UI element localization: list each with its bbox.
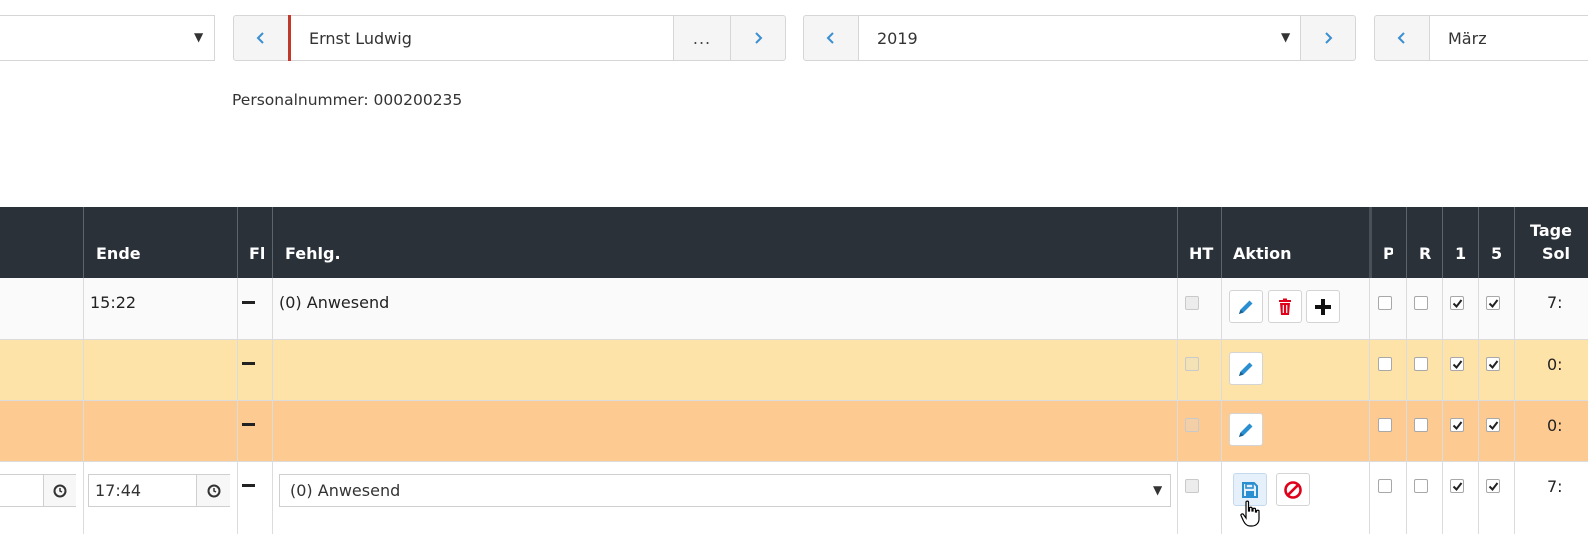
checkbox-check-icon bbox=[1488, 359, 1498, 369]
next-year-button[interactable] bbox=[1300, 15, 1356, 61]
row2-tage: 0: bbox=[1547, 355, 1563, 374]
row3-tage: 0: bbox=[1547, 416, 1563, 435]
row4-cancel-button[interactable] bbox=[1276, 473, 1310, 506]
header-ht[interactable]: HT bbox=[1189, 244, 1213, 263]
more-label: ... bbox=[692, 28, 712, 48]
plus-icon bbox=[1315, 298, 1331, 315]
row4-beginn-clock-button[interactable] bbox=[43, 475, 76, 506]
employee-field[interactable]: Ernst Ludwig bbox=[291, 15, 674, 61]
row2-fl-dash bbox=[242, 362, 255, 365]
row4-5-checkbox[interactable] bbox=[1486, 479, 1500, 493]
checkbox-check-icon bbox=[1488, 481, 1498, 491]
row4-p-checkbox[interactable] bbox=[1378, 479, 1392, 493]
header-r[interactable]: R bbox=[1419, 244, 1431, 263]
header-fehlg[interactable]: Fehlg. bbox=[285, 244, 341, 263]
table-header bbox=[0, 207, 1588, 278]
chevron-right-icon bbox=[1325, 32, 1333, 44]
employee-name: Ernst Ludwig bbox=[309, 28, 412, 48]
header-fl[interactable]: Fl bbox=[249, 244, 265, 263]
header-aktion: Aktion bbox=[1233, 244, 1292, 263]
row2-r-checkbox[interactable] bbox=[1414, 357, 1428, 371]
row1-tage: 7: bbox=[1547, 293, 1563, 312]
header-p[interactable]: P bbox=[1383, 244, 1393, 263]
row1-add-button[interactable] bbox=[1306, 290, 1340, 323]
employee-more-button[interactable]: ... bbox=[673, 15, 731, 61]
row2-ht-checkbox bbox=[1185, 357, 1199, 371]
row1-r-checkbox[interactable] bbox=[1414, 296, 1428, 310]
row4-fehlg-value: (0) Anwesend bbox=[290, 481, 401, 500]
row3-p-checkbox[interactable] bbox=[1378, 418, 1392, 432]
caret-down-icon: ▼ bbox=[1153, 483, 1163, 497]
checkbox-check-icon bbox=[1452, 298, 1462, 308]
prev-month-button[interactable] bbox=[1374, 15, 1430, 61]
trash-icon bbox=[1279, 298, 1291, 315]
prev-employee-button[interactable] bbox=[233, 15, 289, 61]
pencil-icon bbox=[1239, 362, 1253, 376]
header-tage-line2: Sol bbox=[1542, 244, 1570, 263]
month-value: März bbox=[1448, 28, 1487, 48]
year-value: 2019 bbox=[877, 28, 918, 48]
caret-down-icon: ▼ bbox=[1281, 30, 1291, 44]
row2-edit-button[interactable] bbox=[1229, 352, 1263, 385]
row1-edit-button[interactable] bbox=[1229, 290, 1263, 323]
row1-ende: 15:22 bbox=[90, 293, 137, 312]
row3-r-checkbox[interactable] bbox=[1414, 418, 1428, 432]
table-row[interactable] bbox=[0, 401, 1588, 462]
checkbox-check-icon bbox=[1488, 298, 1498, 308]
chevron-right-icon bbox=[755, 32, 763, 44]
checkbox-check-icon bbox=[1452, 420, 1462, 430]
hand-cursor-icon bbox=[1240, 500, 1260, 527]
clock-icon bbox=[207, 484, 220, 497]
checkbox-check-icon bbox=[1488, 420, 1498, 430]
first-dropdown[interactable]: ▼ bbox=[0, 15, 215, 61]
chevron-left-icon bbox=[1397, 32, 1405, 44]
row4-tage: 7: bbox=[1547, 477, 1563, 496]
table-row[interactable] bbox=[0, 278, 1588, 340]
save-icon bbox=[1242, 481, 1258, 498]
row4-ende-value: 17:44 bbox=[95, 481, 142, 500]
pencil-icon bbox=[1239, 423, 1253, 437]
header-1[interactable]: 1 bbox=[1455, 244, 1466, 263]
row4-ende-input[interactable]: 17:44 bbox=[88, 474, 230, 507]
cancel-icon bbox=[1284, 480, 1302, 499]
clock-icon bbox=[53, 484, 67, 497]
row2-p-checkbox[interactable] bbox=[1378, 357, 1392, 371]
pencil-icon bbox=[1239, 300, 1253, 314]
row4-fehlg-select[interactable]: (0) Anwesend ▼ bbox=[279, 474, 1171, 507]
prev-year-button[interactable] bbox=[803, 15, 859, 61]
row4-1-checkbox[interactable] bbox=[1450, 479, 1464, 493]
year-select[interactable]: 2019 ▼ bbox=[858, 15, 1301, 61]
header-5[interactable]: 5 bbox=[1491, 244, 1502, 263]
header-tage-line1[interactable]: Tage bbox=[1530, 221, 1572, 240]
next-employee-button[interactable] bbox=[730, 15, 786, 61]
chevron-left-icon bbox=[826, 32, 834, 44]
row1-1-checkbox[interactable] bbox=[1450, 296, 1464, 310]
row4-beginn-input[interactable] bbox=[0, 474, 76, 507]
row4-r-checkbox[interactable] bbox=[1414, 479, 1428, 493]
month-select[interactable]: März bbox=[1429, 15, 1588, 61]
checkbox-check-icon bbox=[1452, 359, 1462, 369]
checkbox-check-icon bbox=[1452, 481, 1462, 491]
row3-ht-checkbox bbox=[1185, 418, 1199, 432]
row2-5-checkbox[interactable] bbox=[1486, 357, 1500, 371]
row2-1-checkbox[interactable] bbox=[1450, 357, 1464, 371]
row3-fl-dash bbox=[242, 423, 255, 426]
row1-5-checkbox[interactable] bbox=[1486, 296, 1500, 310]
row3-1-checkbox[interactable] bbox=[1450, 418, 1464, 432]
caret-down-icon: ▼ bbox=[194, 30, 204, 44]
header-ende[interactable]: Ende bbox=[96, 244, 141, 263]
row1-delete-button[interactable] bbox=[1268, 290, 1302, 323]
row3-5-checkbox[interactable] bbox=[1486, 418, 1500, 432]
table-row[interactable] bbox=[0, 340, 1588, 401]
row1-ht-checkbox bbox=[1185, 296, 1199, 310]
row3-edit-button[interactable] bbox=[1229, 413, 1263, 446]
row1-fl-dash bbox=[242, 301, 255, 304]
chevron-left-icon bbox=[256, 32, 264, 44]
row4-ht-checkbox bbox=[1185, 479, 1199, 493]
row1-fehlg: (0) Anwesend bbox=[279, 293, 390, 312]
row4-ende-clock-button[interactable] bbox=[196, 475, 230, 506]
row1-p-checkbox[interactable] bbox=[1378, 296, 1392, 310]
personalnummer-label: Personalnummer: 000200235 bbox=[232, 91, 463, 109]
row4-fl-dash bbox=[242, 484, 255, 487]
